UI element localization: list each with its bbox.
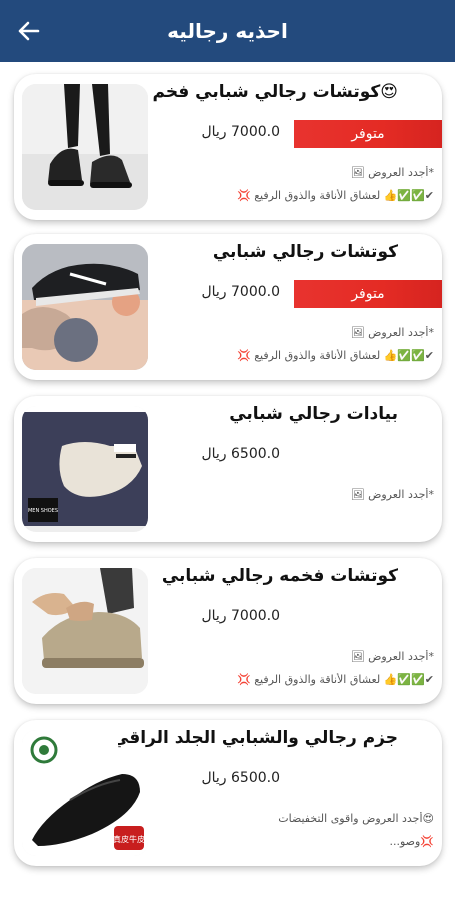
product-price: 7000.0 ريال (201, 124, 280, 140)
logo-label: 真皮牛皮 (113, 834, 145, 844)
price-row: متوفر 7000.0 ريال (164, 120, 442, 148)
product-card[interactable]: MEN SHOES بيادات رجالي شبابي 6500.0 ريال… (14, 396, 442, 542)
app-bar: احذيه رجاليه (0, 0, 455, 62)
product-card[interactable]: 真皮牛皮 جزم رجالي والشبابي الجلد الراقي ...… (14, 720, 442, 866)
product-title: جزم رجالي والشبابي الجلد الراقي ... (118, 728, 398, 748)
product-note: *أجدد العروض 🖼 (350, 166, 434, 179)
product-info: كوتشات فخمه رجالي شبابي 7000.0 ريال *أجد… (162, 558, 442, 704)
product-list[interactable]: 😍كوتشات رجالي شبابي فخم متوفر 7000.0 ريا… (0, 62, 455, 900)
back-button[interactable] (14, 16, 44, 46)
product-note: ✔✅✅👍 لعشاق الأناقة والذوق الرفيع 💢 (237, 189, 434, 202)
product-card[interactable]: كوتشات رجالي شبابي متوفر 7000.0 ريال *أج… (14, 234, 442, 380)
availability-badge: متوفر (294, 120, 442, 148)
product-info: 😍كوتشات رجالي شبابي فخم متوفر 7000.0 ريا… (152, 74, 442, 220)
product-price: 6500.0 ريال (201, 770, 280, 786)
price-row: 6500.0 ريال (164, 766, 442, 794)
product-card[interactable]: كوتشات فخمه رجالي شبابي 7000.0 ريال *أجد… (14, 558, 442, 704)
product-image (22, 84, 148, 210)
product-price: 7000.0 ريال (201, 284, 280, 300)
product-note: *أجدد العروض 🖼 (350, 488, 434, 501)
product-note: *أجدد العروض 🖼 (350, 326, 434, 339)
product-title: كوتشات رجالي شبابي (212, 242, 398, 262)
product-image: MEN SHOES (22, 406, 148, 532)
product-info: كوتشات رجالي شبابي متوفر 7000.0 ريال *أج… (164, 234, 442, 380)
price-row: 7000.0 ريال (164, 604, 442, 632)
product-price: 6500.0 ريال (201, 446, 280, 462)
product-title: بيادات رجالي شبابي (229, 404, 398, 424)
price-row: متوفر 7000.0 ريال (164, 280, 442, 308)
product-image (22, 568, 148, 694)
product-title: كوتشات فخمه رجالي شبابي (161, 566, 398, 586)
product-info: جزم رجالي والشبابي الجلد الراقي ... 6500… (118, 720, 442, 866)
product-note: 😍أجدد العروض واقوى التخفيضات (278, 812, 434, 825)
product-title: 😍كوتشات رجالي شبابي فخم (152, 82, 398, 102)
box-label: MEN SHOES (28, 508, 58, 514)
product-note: 💢وصو... (389, 835, 434, 848)
availability-badge: متوفر (294, 280, 442, 308)
product-image (22, 244, 148, 370)
product-price: 7000.0 ريال (201, 608, 280, 624)
product-info: بيادات رجالي شبابي 6500.0 ريال *أجدد الع… (164, 396, 442, 542)
product-card[interactable]: 😍كوتشات رجالي شبابي فخم متوفر 7000.0 ريا… (14, 74, 442, 220)
arrow-left-icon (18, 21, 40, 41)
price-row: 6500.0 ريال (164, 442, 442, 470)
product-note: ✔✅✅👍 لعشاق الأناقة والذوق الرفيع 💢 (237, 349, 434, 362)
product-image: 真皮牛皮 (22, 730, 148, 856)
page-title: احذيه رجاليه (167, 19, 288, 43)
product-note: *أجدد العروض 🖼 (350, 650, 434, 663)
product-note: ✔✅✅👍 لعشاق الأناقة والذوق الرفيع 💢 (237, 673, 434, 686)
